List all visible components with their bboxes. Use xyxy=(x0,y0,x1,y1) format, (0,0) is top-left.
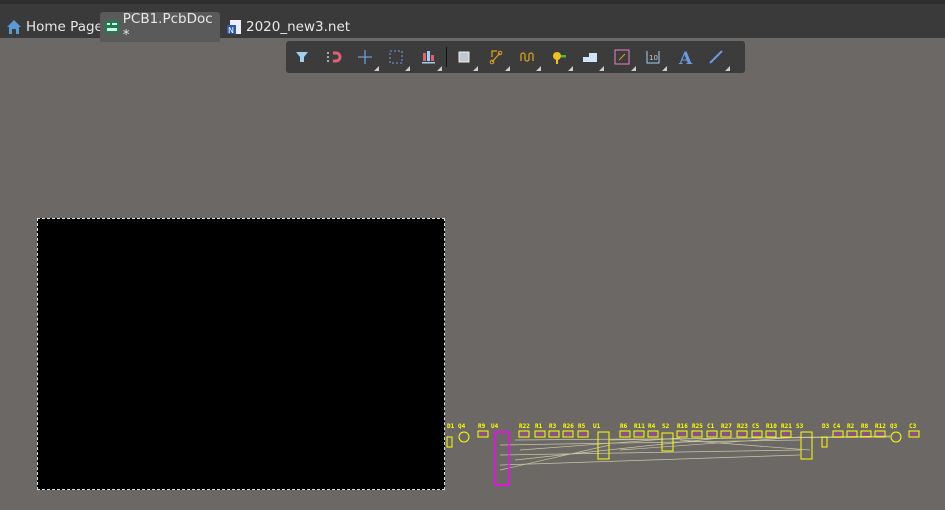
designator-R21: R21 xyxy=(781,423,792,430)
designator-U1: U1 xyxy=(593,423,601,430)
designator-R10: R10 xyxy=(766,423,777,430)
designator-Q4: Q4 xyxy=(458,423,466,430)
ratsnest-line xyxy=(499,439,801,446)
designator-S2: S2 xyxy=(662,423,670,430)
designator-R5: R5 xyxy=(578,423,586,430)
designator-R26: R26 xyxy=(563,423,574,430)
footprint-U4 xyxy=(494,431,510,486)
designator-R2: R2 xyxy=(847,423,855,430)
designator-C3: C3 xyxy=(909,423,917,430)
ratsnest-line xyxy=(499,444,611,471)
designator-D3: D3 xyxy=(822,423,830,430)
designator-R25: R25 xyxy=(692,423,703,430)
designator-D1: D1 xyxy=(447,423,455,430)
footprint-D1 xyxy=(446,436,453,448)
footprint-S3 xyxy=(800,431,813,460)
designator-R23: R23 xyxy=(737,423,748,430)
designator-R3: R3 xyxy=(549,423,557,430)
designator-C5: C5 xyxy=(752,423,760,430)
designator-R27: R27 xyxy=(721,423,732,430)
footprint-D3 xyxy=(821,436,828,448)
designator-R11: R11 xyxy=(634,423,645,430)
ratsnest-line xyxy=(499,449,801,456)
designator-S3: S3 xyxy=(796,423,804,430)
designator-R16: R16 xyxy=(677,423,688,430)
designator-Q3: Q3 xyxy=(890,423,898,430)
footprint-Q4 xyxy=(458,431,470,443)
designator-C1: C1 xyxy=(707,423,715,430)
designator-C4: C4 xyxy=(833,423,841,430)
designator-U4: U4 xyxy=(491,423,499,430)
designator-R9: R9 xyxy=(478,423,486,430)
designator-R22: R22 xyxy=(519,423,530,430)
designator-R6: R6 xyxy=(620,423,628,430)
ratsnest-line xyxy=(679,439,811,451)
designator-R1: R1 xyxy=(535,423,543,430)
designator-R4: R4 xyxy=(648,423,656,430)
designator-R8: R8 xyxy=(861,423,869,430)
designator-R12: R12 xyxy=(875,423,886,430)
ratsnest-line xyxy=(514,437,721,461)
pcb-components-area: D1 Q4 R9 U4 R22 R1 R3 R26 R5 U1 R6 R11 R4 S2 R16 R25 C1 R… xyxy=(446,423,920,486)
footprint-Q3 xyxy=(890,431,902,443)
